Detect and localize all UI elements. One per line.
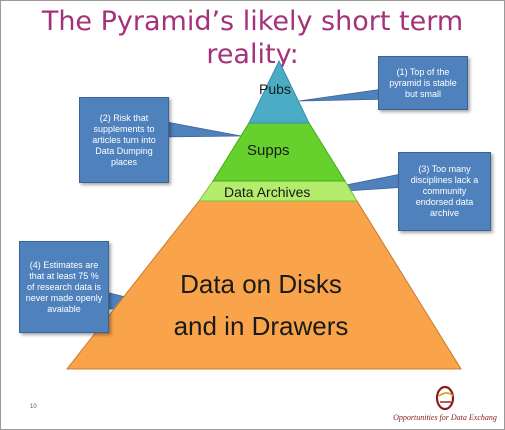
layer-label-disks-line-1: Data on Disks <box>180 269 342 299</box>
callout-1-text: (1) Top of the pyramid is stable but sma… <box>389 66 457 99</box>
callout-2-text: (2) Risk that supplements to articles tu… <box>92 112 156 167</box>
callout-4: (4) Estimates are that at least 75 % of … <box>19 241 109 333</box>
layer-label-disks-line-2: and in Drawers <box>173 311 349 341</box>
layer-label-archives: Data Archives <box>224 184 311 200</box>
callout-3: (3) Too many disciplines lack a communit… <box>398 152 491 231</box>
callout-1: (1) Top of the pyramid is stable but sma… <box>378 56 468 110</box>
callout-4-text: (4) Estimates are that at least 75 % of … <box>25 259 103 314</box>
slide: The Pyramid’s likely short term reality:… <box>0 0 505 430</box>
layer-label-supps: Supps <box>247 142 290 159</box>
callout-2: (2) Risk that supplements to articles tu… <box>79 97 169 183</box>
callout-3-text: (3) Too many disciplines lack a communit… <box>410 164 479 218</box>
logo-text: Opportunities for Data Exchang <box>393 413 497 422</box>
layer-label-pubs: Pubs <box>259 81 291 97</box>
footer-logo: Opportunities for Data Exchang <box>387 380 503 428</box>
callout-2-pointer <box>160 120 242 138</box>
layer-label-disks: Data on Disks and in Drawers <box>156 263 366 347</box>
page-number: 10 <box>30 404 37 410</box>
